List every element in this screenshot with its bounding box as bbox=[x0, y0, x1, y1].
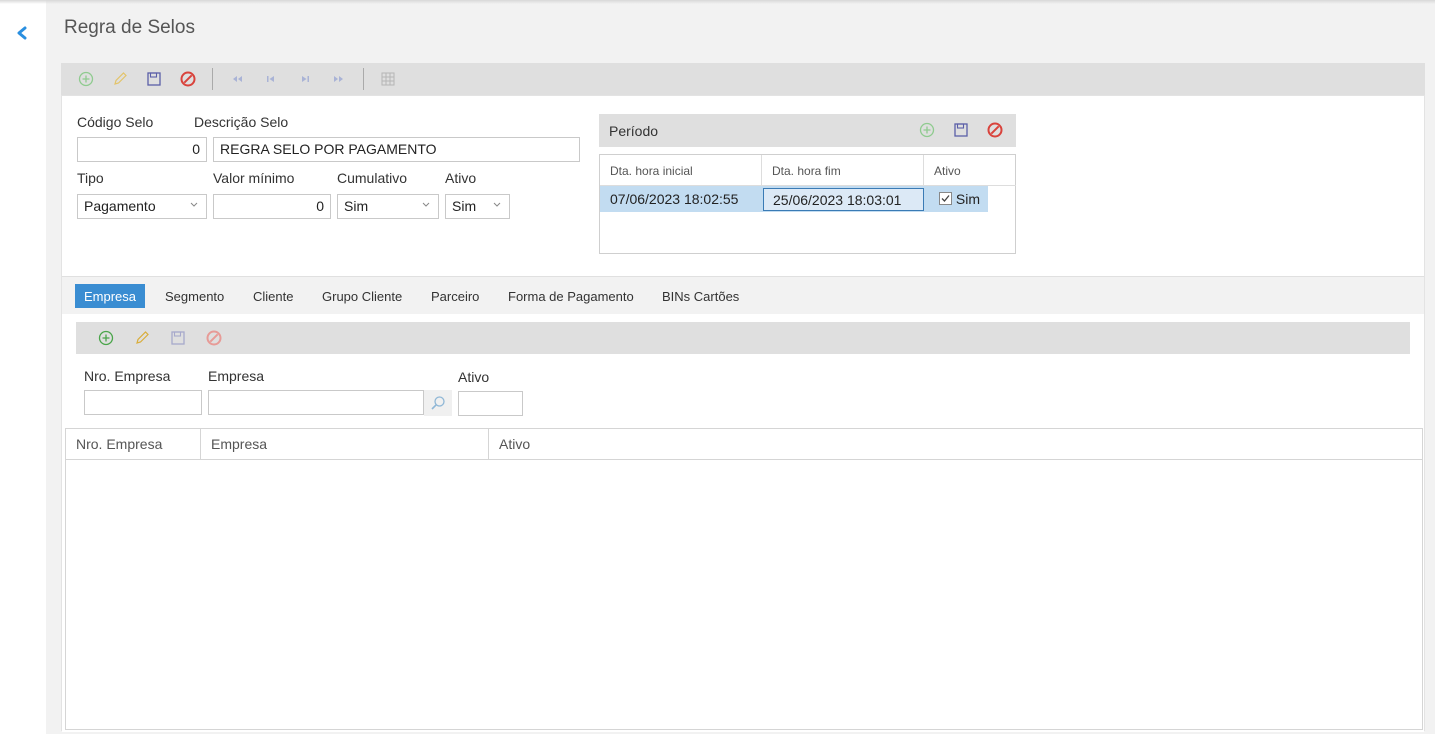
periodo-save-button[interactable] bbox=[951, 120, 971, 140]
checkbox-checked-icon[interactable] bbox=[939, 192, 952, 205]
empresa-edit-button[interactable] bbox=[132, 328, 152, 348]
ativo-select[interactable]: Sim bbox=[445, 194, 510, 219]
detail-tabs: Empresa Segmento Cliente Grupo Cliente P… bbox=[62, 276, 1424, 314]
cumulativo-select[interactable]: Sim bbox=[337, 194, 439, 219]
column-header[interactable]: Empresa bbox=[201, 429, 489, 460]
cell-ativo-text: Sim bbox=[955, 191, 981, 207]
cell-dta-inicial[interactable]: 07/06/2023 18:02:55 bbox=[600, 186, 762, 212]
empresa-toolbar bbox=[76, 322, 1410, 354]
column-header[interactable]: Ativo bbox=[924, 155, 1016, 186]
cancel-icon bbox=[180, 71, 196, 87]
column-header[interactable]: Ativo bbox=[489, 429, 1422, 460]
edit-button[interactable] bbox=[110, 69, 130, 89]
periodo-header: Período bbox=[599, 114, 1016, 147]
descricao-selo-label: Descrição Selo bbox=[194, 114, 289, 130]
chevron-down-icon bbox=[190, 202, 198, 207]
cell-dta-fim-editor[interactable]: 25/06/2023 18:03:01 bbox=[763, 188, 924, 211]
edit-icon bbox=[114, 72, 127, 85]
add-icon bbox=[78, 71, 94, 87]
empresa-ativo-input[interactable] bbox=[458, 391, 523, 416]
periodo-toolbar bbox=[910, 120, 1012, 140]
valor-minimo-label: Valor mínimo bbox=[213, 170, 295, 186]
empresa-cancel-button[interactable] bbox=[204, 328, 224, 348]
empresa-input[interactable] bbox=[208, 390, 424, 415]
tipo-select[interactable]: Pagamento bbox=[77, 194, 207, 219]
tab-bins-cartoes[interactable]: BINs Cartões bbox=[653, 284, 748, 308]
tipo-label: Tipo bbox=[77, 170, 104, 186]
chevron-down-icon bbox=[493, 202, 501, 207]
next-record-icon bbox=[302, 76, 309, 82]
periodo-grid: Dta. hora inicial Dta. hora fim Ativo 07… bbox=[599, 154, 1016, 254]
chevron-left-icon bbox=[17, 26, 27, 40]
previous-record-icon bbox=[267, 76, 274, 82]
descricao-selo-input[interactable]: REGRA SELO POR PAGAMENTO bbox=[213, 137, 580, 162]
periodo-add-button[interactable] bbox=[917, 120, 937, 140]
empresa-save-button[interactable] bbox=[168, 328, 188, 348]
page-title: Regra de Selos bbox=[64, 17, 195, 38]
left-rail bbox=[0, 0, 46, 734]
nro-empresa-label: Nro. Empresa bbox=[84, 368, 171, 384]
save-icon bbox=[171, 331, 185, 345]
ativo-label: Ativo bbox=[445, 170, 477, 186]
main-area: Regra de Selos Código Selo Descrição Sel… bbox=[46, 0, 1435, 734]
tab-parceiro[interactable]: Parceiro bbox=[422, 284, 488, 308]
periodo-panel: Período Dta. hora inicial Dta. hora fim bbox=[599, 114, 1016, 254]
valor-minimo-input[interactable]: 0 bbox=[213, 194, 331, 219]
save-icon bbox=[147, 72, 161, 86]
main-toolbar bbox=[61, 63, 1425, 95]
codigo-selo-label: Código Selo bbox=[77, 114, 154, 130]
cancel-icon bbox=[206, 330, 222, 346]
tab-grupo-cliente[interactable]: Grupo Cliente bbox=[313, 284, 411, 308]
cell-ativo[interactable]: Sim bbox=[928, 186, 988, 212]
periodo-cancel-button[interactable] bbox=[985, 120, 1005, 140]
form-content: Código Selo Descrição Selo 0 REGRA SELO … bbox=[61, 95, 1425, 732]
empresa-add-button[interactable] bbox=[96, 328, 116, 348]
cumulativo-select-value: Sim bbox=[344, 198, 369, 214]
save-icon bbox=[954, 123, 968, 137]
back-button[interactable] bbox=[12, 22, 32, 44]
cancel-button[interactable] bbox=[178, 69, 198, 89]
codigo-selo-input[interactable]: 0 bbox=[77, 137, 207, 162]
add-icon bbox=[919, 122, 935, 138]
edit-icon bbox=[136, 331, 149, 344]
previous-record-button[interactable] bbox=[261, 69, 281, 89]
empresa-grid: Nro. Empresa Empresa Ativo bbox=[65, 428, 1423, 730]
column-header[interactable]: Dta. hora fim bbox=[762, 155, 924, 186]
column-header[interactable]: Dta. hora inicial bbox=[600, 155, 762, 186]
column-header[interactable]: Nro. Empresa bbox=[66, 429, 201, 460]
toolbar-separator bbox=[212, 68, 213, 90]
add-button[interactable] bbox=[76, 69, 96, 89]
empresa-panel: Nro. Empresa Empresa Ativo Nro. Empresa … bbox=[62, 314, 1424, 732]
first-record-button[interactable] bbox=[227, 69, 247, 89]
grid-view-icon bbox=[381, 72, 395, 86]
save-button[interactable] bbox=[144, 69, 164, 89]
toolbar-separator bbox=[363, 68, 364, 90]
last-record-icon bbox=[334, 76, 343, 82]
tipo-select-value: Pagamento bbox=[84, 198, 156, 214]
tab-segmento[interactable]: Segmento bbox=[156, 284, 233, 308]
empresa-ativo-label: Ativo bbox=[458, 369, 490, 385]
first-record-icon bbox=[233, 76, 242, 82]
cumulativo-label: Cumulativo bbox=[337, 170, 408, 186]
periodo-title: Período bbox=[609, 123, 659, 139]
ativo-select-value: Sim bbox=[452, 198, 477, 214]
empresa-label: Empresa bbox=[208, 368, 265, 384]
add-icon bbox=[98, 330, 114, 346]
tab-forma-de-pagamento[interactable]: Forma de Pagamento bbox=[499, 284, 643, 308]
search-icon bbox=[431, 396, 445, 410]
cancel-icon bbox=[987, 122, 1003, 138]
grid-view-button[interactable] bbox=[378, 69, 398, 89]
chevron-down-icon bbox=[422, 202, 430, 207]
top-shadow bbox=[0, 0, 1435, 4]
table-row[interactable]: 07/06/2023 18:02:55 25/06/2023 18:03:01 … bbox=[600, 186, 988, 212]
tab-empresa[interactable]: Empresa bbox=[75, 284, 146, 308]
last-record-button[interactable] bbox=[329, 69, 349, 89]
tab-cliente[interactable]: Cliente bbox=[244, 284, 302, 308]
next-record-button[interactable] bbox=[295, 69, 315, 89]
empresa-search-button[interactable] bbox=[424, 390, 452, 416]
nro-empresa-input[interactable] bbox=[84, 390, 202, 415]
